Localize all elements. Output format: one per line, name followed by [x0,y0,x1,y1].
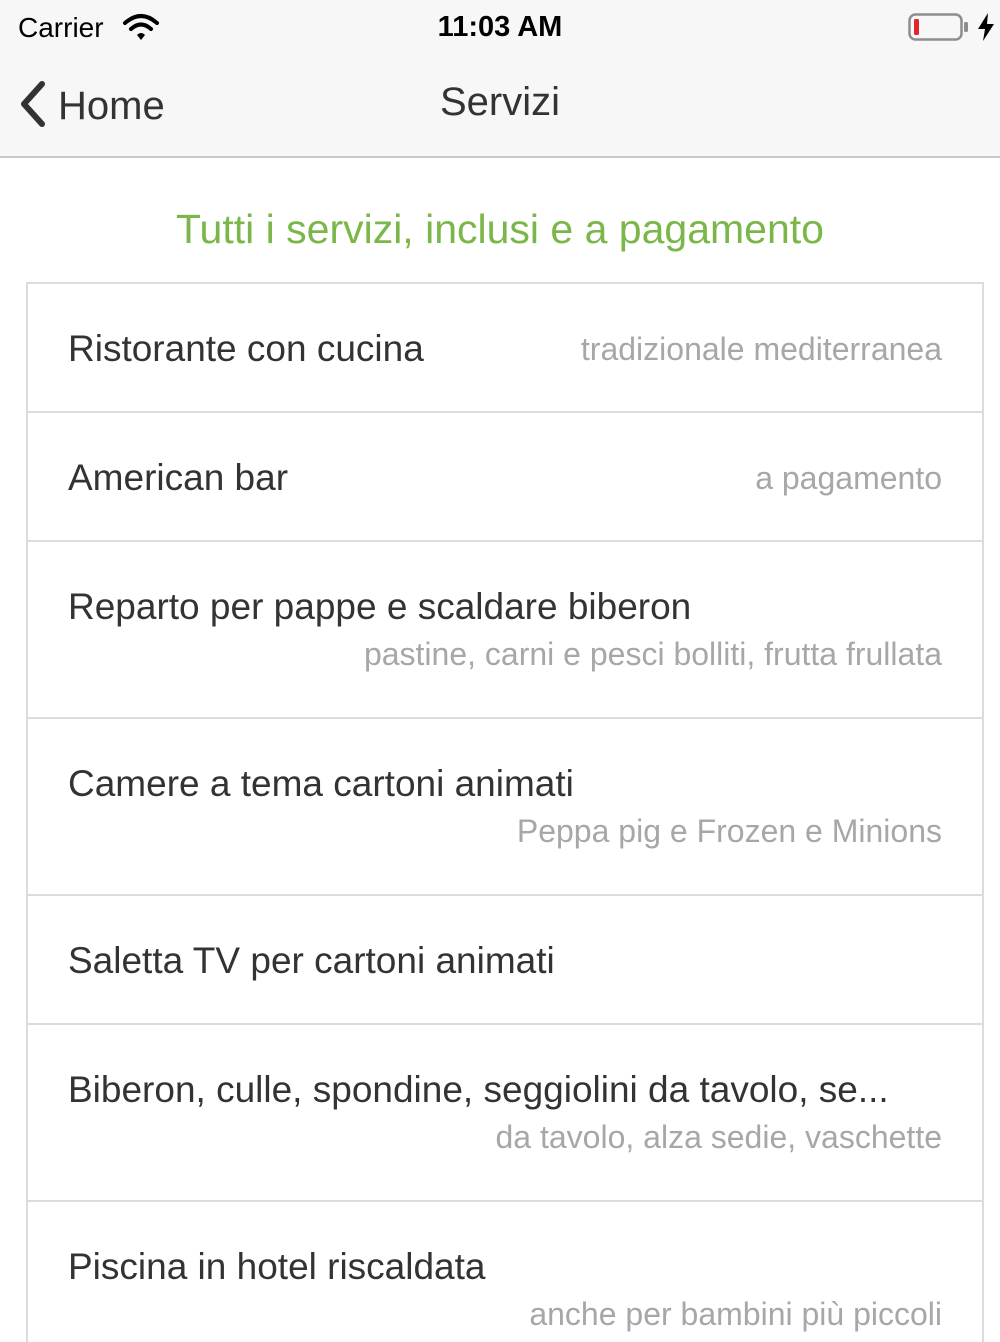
list-item[interactable]: Saletta TV per cartoni animati [28,896,982,1025]
item-title: Piscina in hotel riscaldata [68,1246,486,1287]
list-item[interactable]: American bar a pagamento [28,413,982,542]
item-detail: tradizionale mediterranea [580,331,942,367]
item-detail: da tavolo, alza sedie, vaschette [495,1119,943,1155]
list-item[interactable]: Camere a tema cartoni animati Peppa pig … [28,719,982,896]
item-detail: a pagamento [755,460,942,496]
item-detail: Peppa pig e Frozen e Minions [516,813,942,849]
item-title: American bar [68,457,289,498]
section-header: Tutti i servizi, inclusi e a pagamento [176,206,824,252]
item-title: Camere a tema cartoni animati [68,763,574,804]
list-item[interactable]: Piscina in hotel riscaldata anche per ba… [28,1202,982,1342]
list-item[interactable]: Ristorante con cucina tradizionale medit… [28,284,982,413]
item-title: Saletta TV per cartoni animati [68,940,555,981]
charging-bolt-icon [976,12,996,47]
item-title: Ristorante con cucina [68,328,424,369]
battery-low-icon [908,13,968,41]
page-title: Servizi [439,80,561,124]
item-detail: pastine, carni e pesci bolliti, frutta f… [363,636,942,672]
list-item[interactable]: Biberon, culle, spondine, seggiolini da … [28,1025,982,1202]
item-detail: anche per bambini più piccoli [529,1296,942,1332]
item-title: Biberon, culle, spondine, seggiolini da … [68,1069,889,1110]
status-time: 11:03 AM [437,11,563,43]
services-list: Ristorante con cucina tradizionale medit… [26,282,984,1342]
navigation-bar: Home Servizi [0,56,1000,158]
item-title: Reparto per pappe e scaldare biberon [68,586,692,627]
list-item[interactable]: Reparto per pappe e scaldare biberon pas… [28,542,982,719]
status-bar: Carrier 11:03 AM [0,0,1000,56]
